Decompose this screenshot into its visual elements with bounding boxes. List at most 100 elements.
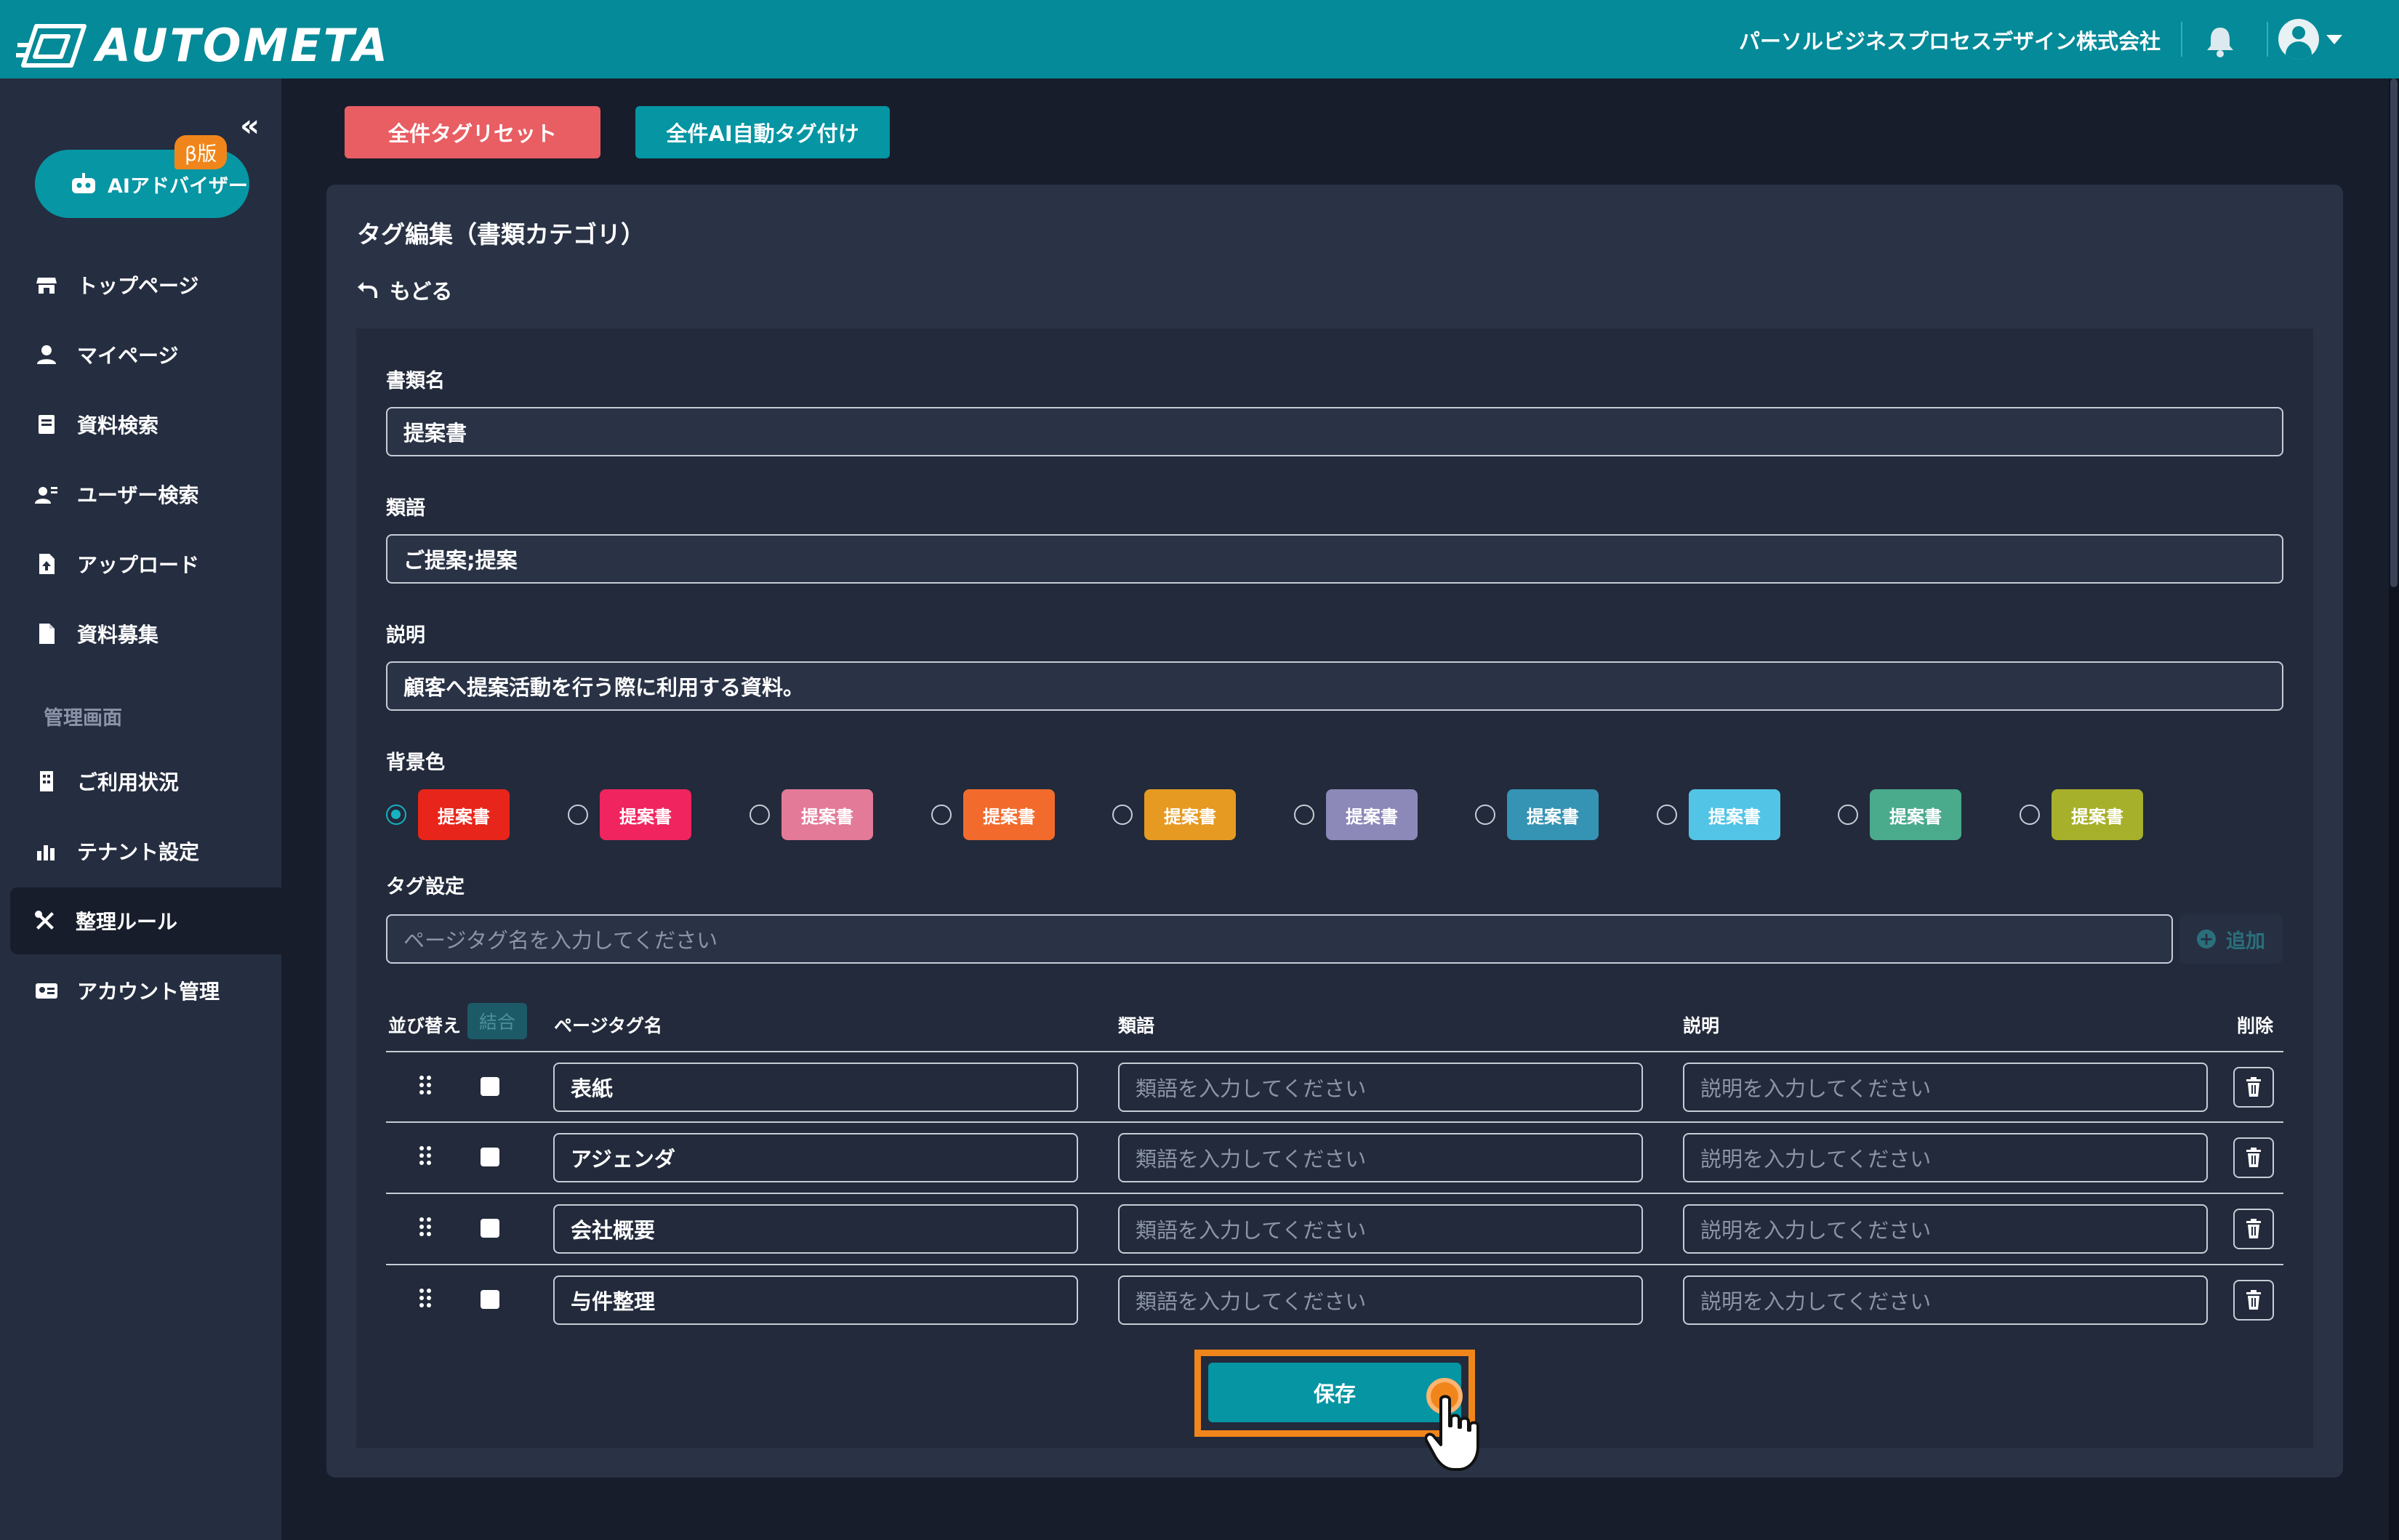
synonym-input[interactable]: 類語を入力してください: [1118, 1063, 1643, 1112]
file-icon: [39, 624, 55, 644]
sidebar-item-label: マイページ: [77, 344, 179, 368]
drag-handle-icon[interactable]: [418, 1145, 433, 1166]
sidebar: « AIアドバイザー β版 トップページ マイページ 資料検索 ユーザー検索 ア…: [0, 78, 281, 1540]
sidebar-item-label: 整理ルール: [76, 910, 178, 934]
sidebar-item-label: テナント設定: [77, 840, 200, 864]
header-divider: [2267, 22, 2268, 57]
scrollbar-thumb[interactable]: [2390, 78, 2398, 587]
synonym-input[interactable]: 類語を入力してください: [1118, 1275, 1643, 1325]
drag-handle-icon[interactable]: [418, 1074, 433, 1096]
delete-button[interactable]: [2233, 1067, 2274, 1108]
radio-button[interactable]: [1475, 805, 1495, 825]
color-chip: 提案書: [1144, 789, 1236, 840]
trash-icon: [2246, 1148, 2261, 1167]
trash-icon: [2246, 1077, 2261, 1097]
color-option[interactable]: 提案書: [386, 789, 510, 840]
back-button[interactable]: もどる: [356, 275, 452, 305]
synonym-input[interactable]: 類語を入力してください: [1118, 1133, 1643, 1182]
radio-button[interactable]: [568, 805, 588, 825]
description-input[interactable]: 説明を入力してください: [1683, 1204, 2208, 1254]
sidebar-item-user-search[interactable]: ユーザー検索: [0, 461, 281, 528]
color-option[interactable]: 提案書: [1657, 789, 1780, 840]
row-checkbox[interactable]: [481, 1148, 499, 1166]
building-icon: [40, 771, 53, 791]
synonym-input[interactable]: 類語を入力してください: [1118, 1204, 1643, 1254]
description-input[interactable]: 説明を入力してください: [1683, 1063, 2208, 1112]
radio-button[interactable]: [1838, 805, 1858, 825]
col-delete: 削除: [2237, 1015, 2274, 1036]
description-input[interactable]: 顧客へ提案活動を行う際に利用する資料。: [386, 661, 2283, 711]
scrollbar[interactable]: [2389, 78, 2399, 1540]
page-tag-name-input[interactable]: 表紙: [553, 1063, 1078, 1112]
description-input[interactable]: 説明を入力してください: [1683, 1275, 2208, 1325]
radio-button[interactable]: [1294, 805, 1314, 825]
page-tag-name-input[interactable]: 与件整理: [553, 1275, 1078, 1325]
sidebar-item-account-management[interactable]: アカウント管理: [0, 957, 281, 1024]
page-tag-input[interactable]: ページタグ名を入力してください: [386, 914, 2173, 964]
drag-handle-icon[interactable]: [418, 1287, 433, 1309]
color-option[interactable]: 提案書: [931, 789, 1055, 840]
color-option[interactable]: 提案書: [750, 789, 873, 840]
app-logo[interactable]: AUTOMETA: [15, 19, 390, 72]
sidebar-item-organize-rules[interactable]: 整理ルール: [10, 887, 281, 954]
reset-all-tags-button[interactable]: 全件タグリセット: [345, 106, 600, 158]
color-option[interactable]: 提案書: [1294, 789, 1418, 840]
ai-auto-tag-all-button[interactable]: 全件AI自動タグ付け: [635, 106, 890, 158]
synonym-input[interactable]: ご提案;提案: [386, 534, 2283, 584]
color-option[interactable]: 提案書: [1838, 789, 1961, 840]
color-chip: 提案書: [963, 789, 1055, 840]
sidebar-item-document-search[interactable]: 資料検索: [0, 391, 281, 458]
radio-button[interactable]: [2020, 805, 2040, 825]
color-chip: 提案書: [1689, 789, 1780, 840]
color-option[interactable]: 提案書: [1475, 789, 1599, 840]
color-option[interactable]: 提案書: [568, 789, 691, 840]
sidebar-item-usage[interactable]: ご利用状況: [0, 748, 281, 815]
color-chip: 提案書: [1326, 789, 1418, 840]
delete-button[interactable]: [2233, 1209, 2274, 1249]
bell-icon[interactable]: [2201, 22, 2239, 60]
page-tag-name-input[interactable]: アジェンダ: [553, 1133, 1078, 1182]
page-tag-name-input[interactable]: 会社概要: [553, 1204, 1078, 1254]
sidebar-item-document-request[interactable]: 資料募集: [0, 600, 281, 667]
color-option[interactable]: 提案書: [2020, 789, 2143, 840]
row-checkbox[interactable]: [481, 1290, 499, 1309]
col-synonym: 類語: [1118, 1015, 1155, 1036]
add-tag-button[interactable]: + 追加: [2179, 914, 2283, 964]
page-title: タグ編集（書類カテゴリ）: [357, 220, 645, 249]
drag-handle-icon[interactable]: [418, 1216, 433, 1238]
chart-icon: [37, 845, 55, 860]
sidebar-item-tenant-settings[interactable]: テナント設定: [0, 818, 281, 884]
description-input[interactable]: 説明を入力してください: [1683, 1133, 2208, 1182]
add-label: 追加: [2226, 930, 2265, 953]
delete-button[interactable]: [2233, 1280, 2274, 1321]
save-button[interactable]: 保存: [1208, 1363, 1461, 1422]
row-checkbox[interactable]: [481, 1219, 499, 1238]
sidebar-item-label: アップロード: [77, 553, 200, 577]
beta-badge: β版: [174, 135, 228, 169]
document-search-icon: [39, 415, 55, 434]
row-checkbox[interactable]: [481, 1077, 499, 1096]
collapse-sidebar-button[interactable]: «: [240, 108, 260, 143]
sidebar-item-label: トップページ: [77, 274, 199, 298]
user-menu[interactable]: [2278, 19, 2351, 60]
trash-icon: [2246, 1290, 2261, 1310]
radio-button[interactable]: [750, 805, 770, 825]
sidebar-item-top-page[interactable]: トップページ: [0, 251, 281, 318]
doc-name-input[interactable]: 提案書: [386, 407, 2283, 456]
radio-button[interactable]: [386, 805, 406, 825]
radio-button[interactable]: [1657, 805, 1677, 825]
header-divider: [2181, 22, 2182, 57]
color-chip: 提案書: [2052, 789, 2143, 840]
sidebar-item-upload[interactable]: アップロード: [0, 531, 281, 597]
tag-setting-label: タグ設定: [386, 876, 465, 898]
color-option[interactable]: 提案書: [1112, 789, 1236, 840]
radio-button[interactable]: [1112, 805, 1133, 825]
merge-button[interactable]: 結合: [467, 1003, 527, 1039]
color-chip: 提案書: [418, 789, 510, 840]
trash-icon: [2246, 1219, 2261, 1238]
color-chip: 提案書: [781, 789, 873, 840]
sidebar-item-my-page[interactable]: マイページ: [0, 321, 281, 388]
delete-button[interactable]: [2233, 1137, 2274, 1178]
radio-button[interactable]: [931, 805, 952, 825]
color-chip: 提案書: [600, 789, 691, 840]
